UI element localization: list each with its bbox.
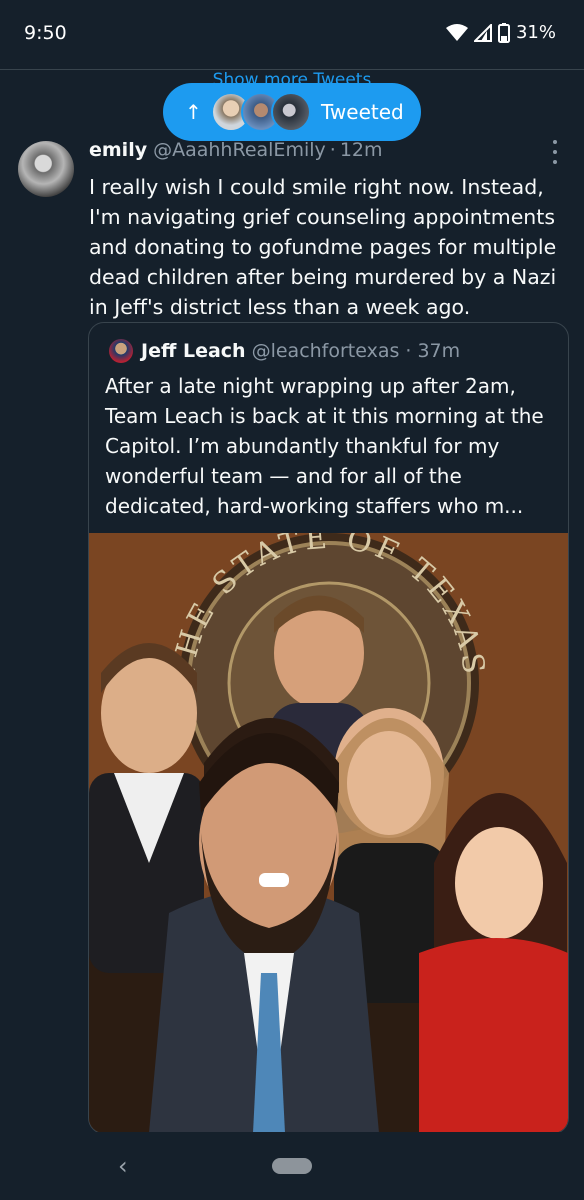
- quoted-tweet[interactable]: Jeff Leach @leachfortexas · 37m After a lat…: [88, 322, 569, 1134]
- more-options-icon[interactable]: [550, 140, 560, 164]
- battery-percent: 31%: [515, 22, 556, 43]
- avatar: [271, 92, 311, 132]
- separator: ·: [405, 340, 412, 362]
- quote-text: After a late night wrapping up after 2am…: [105, 374, 544, 518]
- quote-author-handle: @leachfortexas: [251, 340, 400, 362]
- signal-icon: [473, 23, 492, 42]
- arrow-up-icon: ↑: [185, 100, 202, 124]
- quote-author-name: Jeff Leach: [141, 340, 246, 362]
- pill-label: Tweeted: [321, 100, 404, 124]
- quote-avatar: [109, 339, 133, 363]
- photo-illustration: THE STATE OF TEXAS: [89, 533, 568, 1133]
- status-icons: 31%: [445, 22, 556, 43]
- author-name[interactable]: emily: [89, 139, 147, 161]
- tweet-text: I really wish I could smile right now. I…: [89, 175, 557, 319]
- nav-home-handle[interactable]: [272, 1158, 312, 1174]
- status-time: 9:50: [24, 22, 67, 44]
- separator: ·: [329, 139, 336, 161]
- pill-avatars: [211, 92, 311, 132]
- quote-photo[interactable]: THE STATE OF TEXAS: [89, 533, 568, 1133]
- wifi-icon: [445, 23, 468, 41]
- status-bar: 9:50 31%: [0, 0, 584, 68]
- battery-icon: [497, 22, 510, 43]
- quote-time: 37m: [417, 340, 461, 362]
- tweet-header: emily @AaahhRealEmily · 12m: [89, 139, 383, 161]
- quote-header: Jeff Leach @leachfortexas · 37m: [109, 339, 460, 363]
- author-avatar[interactable]: [18, 141, 74, 197]
- tweet-time[interactable]: 12m: [340, 139, 383, 161]
- new-tweets-pill[interactable]: ↑ Tweeted: [163, 83, 421, 141]
- nav-back-button[interactable]: ‹: [118, 1152, 128, 1180]
- author-handle[interactable]: @AaahhRealEmily: [153, 139, 326, 161]
